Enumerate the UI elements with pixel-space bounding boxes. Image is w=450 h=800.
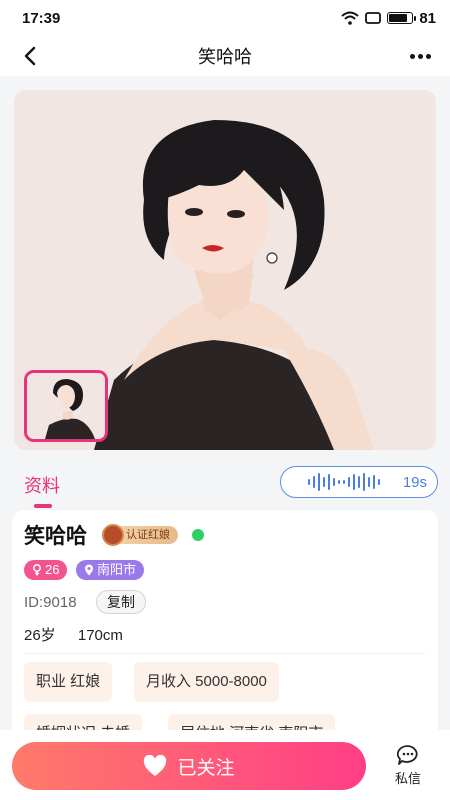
female-icon: [33, 564, 41, 576]
back-button[interactable]: [14, 40, 46, 72]
user-id: ID:9018: [24, 594, 77, 611]
city-tag: 南阳市: [76, 560, 145, 580]
basic-info: 26岁 170cm: [24, 624, 123, 645]
status-icons: 81: [341, 10, 436, 27]
age-tag-value: 26: [45, 562, 60, 577]
more-button[interactable]: [404, 40, 436, 72]
private-message-button[interactable]: 私信: [384, 744, 432, 792]
info-chip-occupation: 职业 红娘: [24, 662, 113, 702]
nav-bar: 笑哈哈: [0, 36, 450, 76]
profile-name: 笑哈哈: [24, 525, 87, 548]
bottom-action-bar: 已关注 私信: [0, 730, 450, 800]
age-tag: 26: [24, 560, 68, 580]
page-title: 笑哈哈: [198, 47, 252, 67]
follow-button[interactable]: 已关注: [12, 742, 366, 790]
wifi-icon: [341, 11, 359, 25]
city-tag-value: 南阳市: [97, 562, 137, 577]
divider: [24, 653, 426, 654]
voice-intro-button[interactable]: 19s: [280, 466, 438, 498]
tab-profile[interactable]: 资料: [24, 472, 60, 498]
thumbnail-image: [27, 373, 105, 439]
height-text: 170cm: [77, 627, 123, 644]
cert-badge-label: 认证红娘: [126, 529, 170, 541]
age-text: 26岁: [24, 627, 56, 644]
profile-tabs: 资料 19s: [0, 460, 450, 510]
photo-thumbnail[interactable]: [24, 370, 108, 442]
follow-button-label: 已关注: [177, 757, 235, 779]
copy-id-button[interactable]: 复制: [96, 590, 146, 614]
info-chip-income: 月收入 5000-8000: [134, 662, 279, 702]
chevron-left-icon: [24, 46, 36, 66]
status-bar: 17:39 81: [0, 0, 450, 36]
heart-icon: [144, 755, 167, 776]
battery-icon: [387, 12, 417, 24]
battery-percent: 81: [419, 9, 436, 27]
voice-duration: 19s: [402, 473, 427, 491]
cert-badge: 认证红娘: [102, 524, 178, 546]
sound-wave-icon: [308, 473, 380, 491]
status-time: 17:39: [22, 9, 61, 27]
medal-icon: [102, 524, 124, 546]
screen-cast-icon: [365, 12, 382, 24]
private-message-label: 私信: [394, 771, 421, 786]
location-pin-icon: [85, 564, 93, 576]
chat-bubble-icon: [396, 745, 418, 765]
online-status-dot: [192, 529, 204, 541]
tab-indicator: [34, 504, 52, 508]
more-dots-icon: [409, 53, 415, 59]
